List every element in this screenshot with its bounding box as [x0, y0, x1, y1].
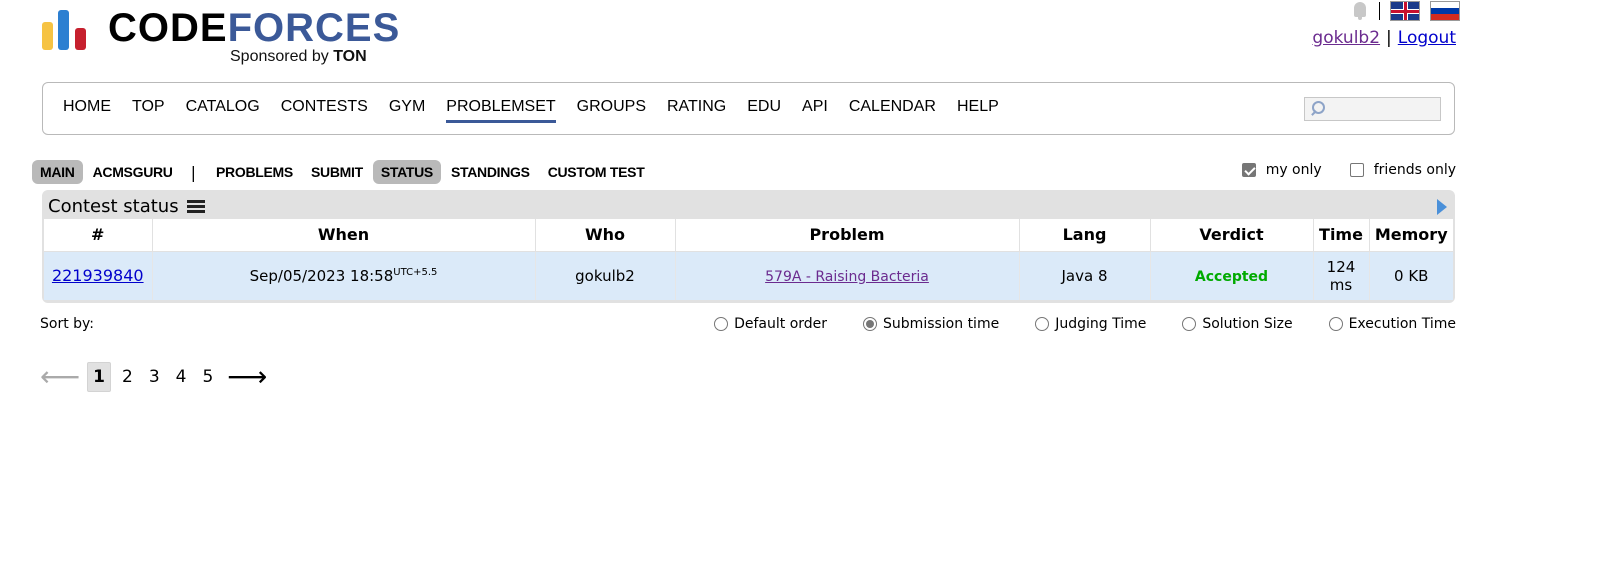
sort-option-submission-time[interactable]: Submission time: [863, 316, 999, 332]
menu-item-home[interactable]: HOME: [63, 98, 111, 123]
my-only-label: my only: [1265, 162, 1322, 178]
column-header: Lang: [1019, 219, 1151, 252]
column-header: Who: [535, 219, 676, 252]
page-link-2[interactable]: 2: [117, 363, 138, 391]
problem-link[interactable]: 579A - Raising Bacteria: [765, 269, 929, 285]
sort-option-label: Solution Size: [1202, 316, 1293, 332]
divider: |: [1386, 28, 1392, 48]
prev-page-arrow-icon: ⟵: [40, 360, 81, 393]
sort-option-label: Default order: [734, 316, 828, 332]
when-cell: Sep/05/2023 18:58UTC+5.5: [152, 251, 536, 300]
codeforces-logo[interactable]: CODEFORCES Sponsored by TON: [42, 6, 402, 70]
submenu-item-status[interactable]: STATUS: [372, 160, 441, 184]
menu-item-calendar[interactable]: CALENDAR: [849, 98, 936, 123]
table-row: 221939840 Sep/05/2023 18:58UTC+5.5 gokul…: [44, 251, 1453, 300]
page-link-5[interactable]: 5: [197, 363, 218, 391]
submenu-item-submit[interactable]: SUBMIT: [303, 160, 371, 184]
submenu-item-acmsguru[interactable]: ACMSGURU: [85, 160, 181, 184]
time-cell: 124 ms: [1313, 251, 1370, 300]
table-header-row: # When Who Problem Lang Verdict Time Mem…: [44, 219, 1453, 252]
friends-only-checkbox[interactable]: [1349, 163, 1364, 177]
logout-link[interactable]: Logout: [1398, 28, 1456, 48]
submenu-item-standings[interactable]: STANDINGS: [443, 160, 538, 184]
arrow-right-icon[interactable]: [1437, 199, 1447, 215]
submission-id-cell: 221939840: [44, 251, 153, 300]
menu-item-problemset[interactable]: PROBLEMSET: [446, 98, 556, 123]
submenu-item-problems[interactable]: PROBLEMS: [208, 160, 301, 184]
sort-option-label: Execution Time: [1348, 316, 1456, 332]
memory-cell: 0 KB: [1369, 251, 1453, 300]
logo-wordmark: CODEFORCES: [108, 6, 401, 50]
lang-cell: Java 8: [1019, 251, 1151, 300]
column-header: When: [152, 219, 536, 252]
menu-item-catalog[interactable]: CATALOG: [186, 98, 260, 123]
my-only-checkbox[interactable]: [1241, 163, 1256, 177]
panel-title: Contest status: [48, 196, 205, 217]
sort-option-default-order[interactable]: Default order: [714, 316, 827, 332]
who-cell: gokulb2: [535, 251, 676, 300]
main-menu-items: HOME TOP CATALOG CONTESTS GYM PROBLEMSET GROUP…: [63, 98, 1020, 123]
next-page-arrow-icon[interactable]: ⟶: [227, 363, 267, 391]
search-input[interactable]: [1304, 97, 1441, 121]
search-icon: [1309, 101, 1325, 117]
main-menu: HOME TOP CATALOG CONTESTS GYM PROBLEMSET GROUP…: [42, 82, 1455, 135]
column-header: #: [44, 219, 153, 252]
divider: [1379, 2, 1380, 20]
sort-option-judging-time[interactable]: Judging Time: [1035, 316, 1146, 332]
radio-button[interactable]: [714, 317, 729, 331]
radio-button[interactable]: [1182, 317, 1197, 331]
menu-item-rating[interactable]: RATING: [667, 98, 726, 123]
sponsor-text: Sponsored by TON: [230, 48, 367, 65]
when-text: Sep/05/2023 18:58: [249, 266, 394, 285]
status-table: # When Who Problem Lang Verdict Time Mem…: [44, 219, 1453, 300]
timezone: UTC+5.5: [393, 266, 438, 278]
menu-item-top[interactable]: TOP: [132, 98, 165, 123]
filters: my only friends only: [1241, 162, 1456, 178]
submenu-item-custom-test[interactable]: CUSTOM TEST: [540, 160, 653, 184]
contest-status-panel: Contest status # When Who Problem Lang V…: [42, 190, 1455, 303]
sort-option-label: Submission time: [883, 316, 1000, 332]
sort-label: Sort by:: [40, 316, 95, 332]
bell-icon[interactable]: [1351, 1, 1369, 21]
user-links: gokulb2 | Logout: [1312, 28, 1456, 48]
column-header: Time: [1313, 219, 1370, 252]
sort-option-execution-time[interactable]: Execution Time: [1328, 316, 1456, 332]
menu-item-api[interactable]: API: [802, 98, 828, 123]
panel-title-text: Contest status: [48, 196, 179, 217]
radio-button[interactable]: [863, 317, 878, 331]
logo-bars-icon: [42, 6, 98, 50]
sort-option-solution-size[interactable]: Solution Size: [1182, 316, 1293, 332]
menu-item-edu[interactable]: EDU: [747, 98, 781, 123]
sort-options: Default order Submission time Judging Time…: [714, 316, 1456, 332]
problem-cell: 579A - Raising Bacteria: [675, 251, 1020, 300]
column-header: Memory: [1369, 219, 1453, 252]
menu-item-help[interactable]: HELP: [957, 98, 999, 123]
english-flag-icon[interactable]: [1390, 1, 1420, 21]
page-link-1[interactable]: 1: [87, 362, 111, 392]
radio-button[interactable]: [1328, 317, 1343, 331]
submission-id-link[interactable]: 221939840: [52, 266, 144, 285]
divider: |: [190, 162, 197, 182]
menu-item-contests[interactable]: CONTESTS: [281, 98, 368, 123]
sort-option-label: Judging Time: [1055, 316, 1147, 332]
page-link-4[interactable]: 4: [171, 363, 192, 391]
menu-item-gym[interactable]: GYM: [389, 98, 425, 123]
submenu-item-main[interactable]: MAIN: [32, 160, 83, 184]
verdict-accepted[interactable]: Accepted: [1195, 269, 1268, 285]
column-header: Verdict: [1150, 219, 1314, 252]
top-icons: [1351, 0, 1460, 22]
friends-only-label: friends only: [1373, 162, 1456, 178]
menu-item-groups[interactable]: GROUPS: [577, 98, 646, 123]
username-link[interactable]: gokulb2: [1312, 28, 1380, 48]
column-header: Problem: [675, 219, 1020, 252]
radio-button[interactable]: [1035, 317, 1050, 331]
pagination: ⟵ 1 2 3 4 5 ⟶: [40, 362, 271, 392]
sub-menu: MAIN ACMSGURU | PROBLEMS SUBMIT STATUS STANDIN…: [32, 160, 654, 184]
russian-flag-icon[interactable]: [1430, 1, 1460, 21]
list-icon[interactable]: [186, 198, 205, 215]
verdict-cell: Accepted: [1150, 251, 1314, 300]
page-link-3[interactable]: 3: [144, 363, 165, 391]
